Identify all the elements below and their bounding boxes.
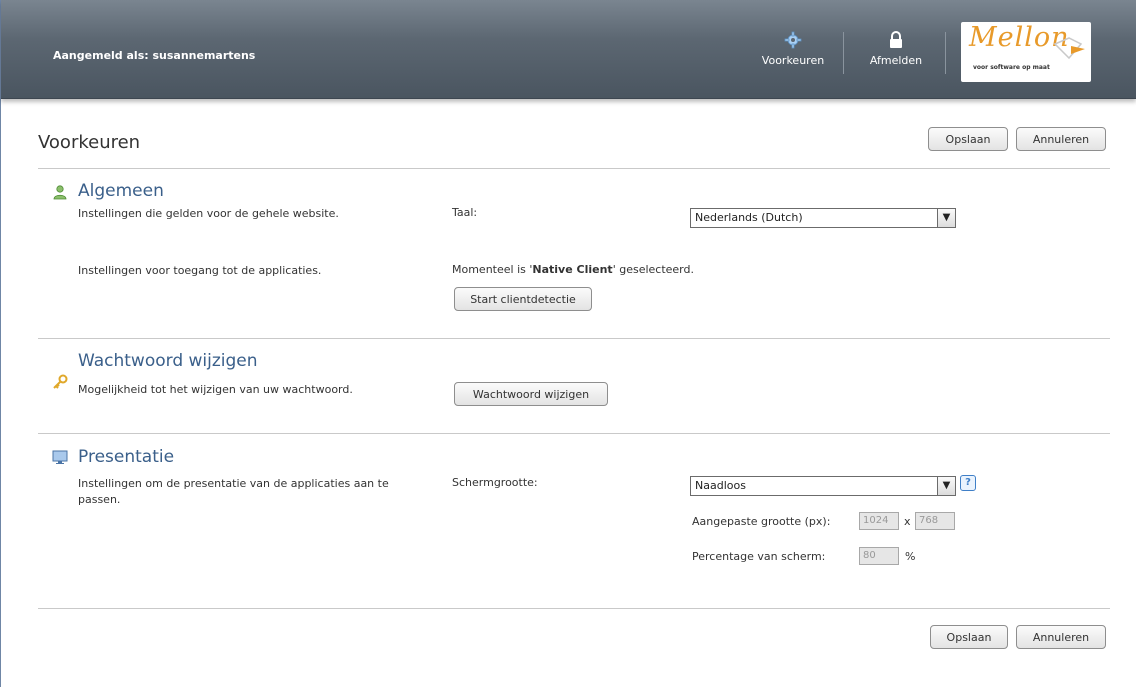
preferences-label: Voorkeuren [761, 54, 825, 67]
logout-label: Afmelden [869, 54, 923, 67]
section-title-presentation: Presentatie [78, 447, 175, 467]
save-button-bottom[interactable]: Opslaan [930, 625, 1008, 649]
page-title: Voorkeuren [38, 132, 141, 153]
language-label: Taal: [452, 206, 478, 219]
monitor-icon [52, 450, 68, 464]
gear-icon [784, 31, 802, 49]
access-description: Instellingen voor toegang tot de applica… [78, 264, 322, 277]
chevron-down-icon[interactable]: ▼ [937, 477, 955, 495]
chevron-down-icon[interactable]: ▼ [937, 209, 955, 227]
screen-size-label: Schermgrootte: [452, 476, 538, 489]
save-button-top[interactable]: Opslaan [928, 127, 1008, 151]
mellon-logo: Mellon voor software op maat [961, 22, 1091, 82]
percentage-label: Percentage van scherm: [692, 550, 826, 563]
key-icon [53, 374, 68, 389]
custom-size-label: Aangepaste grootte (px): [692, 515, 831, 528]
header-divider [843, 32, 844, 74]
custom-height-input[interactable]: 768 [915, 512, 955, 530]
section-title-password: Wachtwoord wijzigen [78, 351, 258, 371]
section-title-general: Algemeen [78, 181, 164, 201]
client-status-prefix: Momenteel is ' [452, 263, 533, 276]
language-value: Nederlands (Dutch) [695, 211, 803, 224]
divider [38, 433, 1110, 434]
header-divider [945, 32, 946, 74]
percentage-input[interactable]: 80 [859, 547, 899, 565]
cancel-button-bottom[interactable]: Annuleren [1016, 625, 1106, 649]
screen-size-select[interactable]: Naadloos ▼ [690, 476, 956, 496]
logo-tagline: voor software op maat [973, 64, 1050, 71]
divider [38, 608, 1110, 609]
preferences-button[interactable]: Voorkeuren [753, 30, 833, 67]
divider [38, 338, 1110, 339]
password-description: Mogelijkheid tot het wijzigen van uw wac… [78, 383, 353, 396]
user-icon [53, 185, 67, 200]
logged-in-user: Aangemeld als: susannemartens [53, 49, 256, 62]
client-name: Native Client [532, 263, 613, 276]
client-status: Momenteel is 'Native Client' geselecteer… [452, 263, 694, 276]
language-select[interactable]: Nederlands (Dutch) ▼ [690, 208, 956, 228]
general-description: Instellingen die gelden voor de gehele w… [78, 207, 339, 220]
logout-button[interactable]: Afmelden [856, 30, 936, 67]
divider [38, 168, 1110, 169]
help-icon[interactable]: ? [960, 475, 976, 491]
size-separator: x [904, 515, 911, 528]
presentation-description: Instellingen om de presentatie van de ap… [78, 477, 389, 506]
top-header: Aangemeld als: susannemartens Voorkeuren… [1, 0, 1136, 99]
screen-size-value: Naadloos [695, 479, 746, 492]
lock-icon [890, 31, 902, 48]
puzzle-arrow-icon [1053, 37, 1085, 60]
client-status-suffix: ' geselecteerd. [612, 263, 694, 276]
custom-width-input[interactable]: 1024 [859, 512, 899, 530]
window-frame [0, 0, 1, 687]
percent-sign: % [905, 550, 916, 563]
change-password-button[interactable]: Wachtwoord wijzigen [454, 382, 608, 406]
start-client-detection-button[interactable]: Start clientdetectie [454, 287, 592, 311]
cancel-button-top[interactable]: Annuleren [1016, 127, 1106, 151]
